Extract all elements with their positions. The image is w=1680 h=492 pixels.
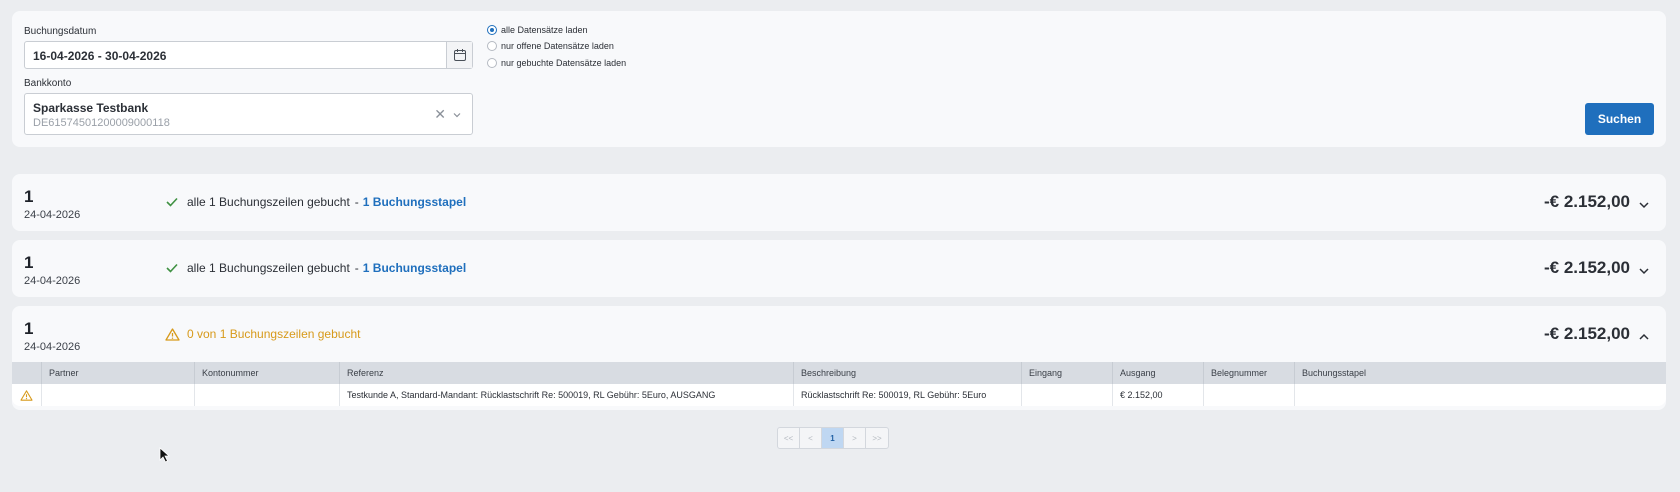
column-header-buchungsstapel[interactable]: Buchungsstapel — [1294, 362, 1666, 384]
cell-ausgang: € 2.152,00 — [1112, 384, 1203, 406]
chevron-down-icon[interactable] — [1638, 263, 1650, 281]
check-icon — [166, 263, 178, 273]
cell-buchungsstapel — [1294, 384, 1666, 406]
column-header-kontonummer[interactable]: Kontonummer — [194, 362, 339, 384]
status-text: alle 1 Buchungszeilen gebucht — [187, 261, 350, 275]
column-header-referenz[interactable]: Referenz — [339, 362, 793, 384]
cell-beschreibung: Rücklastschrift Re: 500019, RL Gebühr: 5… — [793, 384, 1021, 406]
column-header-belegnummer[interactable]: Belegnummer — [1203, 362, 1294, 384]
chevron-down-icon[interactable] — [1638, 197, 1650, 215]
date-range-input[interactable]: 16-04-2026 - 30-04-2026 — [24, 41, 473, 69]
column-header-beschreibung[interactable]: Beschreibung — [793, 362, 1021, 384]
next-page-button[interactable]: > — [844, 428, 866, 448]
group-status: alle 1 Buchungszeilen gebucht - 1 Buchun… — [165, 261, 466, 275]
radio-button[interactable] — [487, 58, 497, 68]
search-button[interactable]: Suchen — [1585, 103, 1654, 135]
group-amount: -€ 2.152,00 — [1543, 324, 1630, 343]
bank-label: Bankkonto — [24, 78, 72, 89]
column-header-icon — [12, 362, 41, 384]
cell-partner — [41, 384, 194, 406]
column-header-partner[interactable]: Partner — [41, 362, 194, 384]
table-row[interactable]: Testkunde A, Standard-Mandant: Rücklasts… — [12, 384, 1666, 406]
warning-icon — [165, 327, 180, 341]
chevron-up-icon[interactable] — [1638, 329, 1650, 347]
booking-stack-link[interactable]: 1 Buchungsstapel — [363, 261, 466, 275]
calendar-icon[interactable] — [446, 42, 472, 68]
radio-button[interactable] — [487, 25, 497, 35]
date-range-value: 16-04-2026 - 30-04-2026 — [33, 49, 167, 63]
group-status: 0 von 1 Buchungszeilen gebucht — [165, 327, 360, 341]
bank-account-select[interactable]: Sparkasse Testbank DE6157450120000900011… — [24, 93, 473, 135]
page-1-button[interactable]: 1 — [822, 428, 844, 448]
radio-button[interactable] — [487, 41, 497, 51]
clear-icon[interactable]: ✕ — [434, 106, 446, 123]
date-label: Buchungsdatum — [24, 26, 97, 37]
warning-icon — [12, 384, 41, 406]
column-header-ausgang[interactable]: Ausgang — [1112, 362, 1203, 384]
column-header-eingang[interactable]: Eingang — [1021, 362, 1112, 384]
booking-group[interactable]: 1 24-04-2026 alle 1 Buchungszeilen gebuc… — [12, 174, 1666, 231]
radio-booked-records[interactable]: nur gebuchte Datensätze laden — [487, 58, 626, 68]
status-text: 0 von 1 Buchungszeilen gebucht — [187, 327, 361, 341]
group-date: 24-04-2026 — [24, 341, 81, 353]
booking-group[interactable]: 1 24-04-2026 alle 1 Buchungszeilen gebuc… — [12, 240, 1666, 297]
status-separator: - — [354, 261, 359, 275]
cell-belegnummer — [1203, 384, 1294, 406]
radio-all-records[interactable]: alle Datensätze laden — [487, 25, 588, 35]
status-separator: - — [354, 195, 359, 209]
bank-iban: DE61574501200009000118 — [33, 117, 170, 129]
group-date: 24-04-2026 — [24, 275, 81, 287]
prev-page-button[interactable]: < — [800, 428, 822, 448]
group-amount: -€ 2.152,00 — [1543, 192, 1630, 211]
table-header: Partner Kontonummer Referenz Beschreibun… — [12, 362, 1666, 384]
group-count: 1 — [24, 319, 34, 338]
cell-referenz: Testkunde A, Standard-Mandant: Rücklasts… — [339, 384, 793, 406]
radio-open-records[interactable]: nur offene Datensätze laden — [487, 41, 614, 51]
booking-stack-link[interactable]: 1 Buchungsstapel — [363, 195, 466, 209]
group-count: 1 — [24, 253, 34, 272]
last-page-button[interactable]: >> — [866, 428, 888, 448]
cell-eingang — [1021, 384, 1112, 406]
group-date: 24-04-2026 — [24, 209, 81, 221]
mouse-cursor-icon — [159, 447, 171, 468]
chevron-down-icon[interactable] — [452, 107, 462, 125]
group-count: 1 — [24, 187, 34, 206]
status-text: alle 1 Buchungszeilen gebucht — [187, 195, 350, 209]
radio-label: alle Datensätze laden — [501, 25, 588, 35]
radio-label: nur gebuchte Datensätze laden — [501, 58, 627, 68]
filter-panel: Buchungsdatum 16-04-2026 - 30-04-2026 Ba… — [12, 11, 1666, 147]
bank-name: Sparkasse Testbank — [33, 101, 149, 115]
check-icon — [166, 197, 178, 207]
group-amount: -€ 2.152,00 — [1543, 258, 1630, 277]
first-page-button[interactable]: << — [778, 428, 800, 448]
group-status: alle 1 Buchungszeilen gebucht - 1 Buchun… — [165, 195, 466, 209]
cell-kontonummer — [194, 384, 339, 406]
radio-label: nur offene Datensätze laden — [501, 41, 614, 51]
booking-group-expanded[interactable]: 1 24-04-2026 0 von 1 Buchungszeilen gebu… — [12, 306, 1666, 410]
pagination: << < 1 > >> — [777, 427, 889, 449]
